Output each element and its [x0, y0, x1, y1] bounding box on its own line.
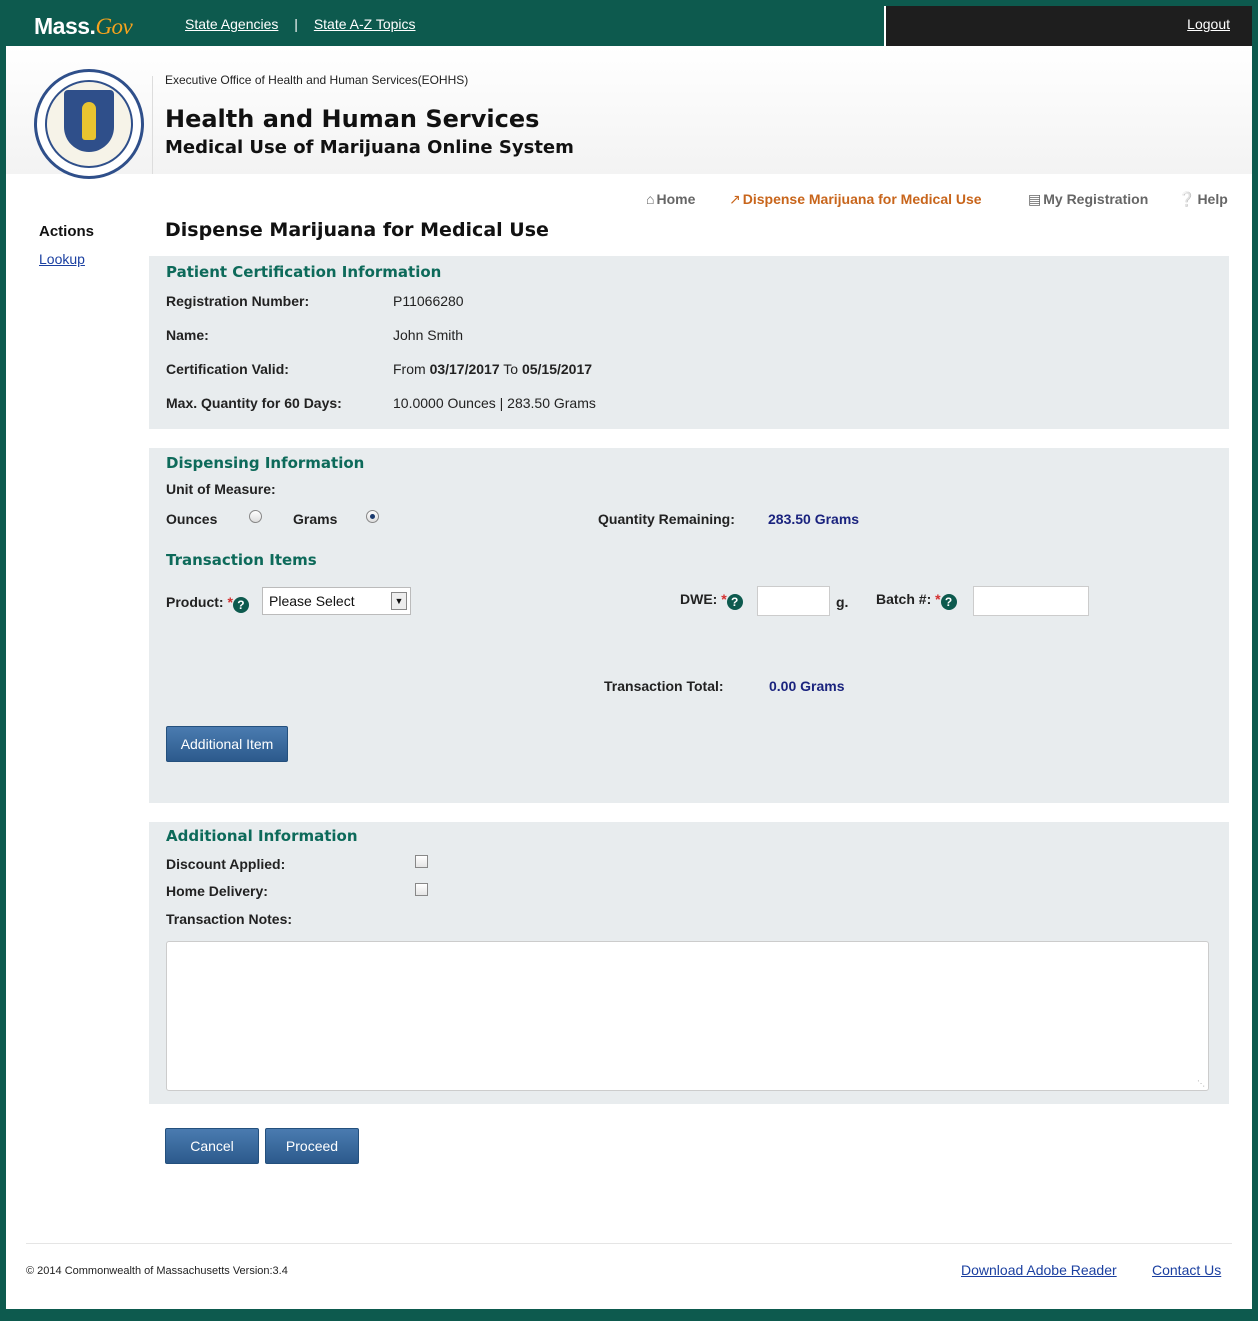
- discount-applied-checkbox[interactable]: [415, 855, 428, 868]
- logout-link[interactable]: Logout: [1187, 16, 1230, 32]
- registration-number-label: Registration Number:: [166, 293, 310, 309]
- chevron-down-icon: ▼: [391, 592, 407, 610]
- max-quantity-label: Max. Quantity for 60 Days:: [166, 395, 342, 411]
- ounces-label: Ounces: [166, 511, 218, 527]
- page-content: Executive Office of Health and Human Ser…: [6, 46, 1252, 1309]
- batch-help-icon[interactable]: ?: [940, 594, 957, 610]
- link-separator: |: [294, 16, 298, 32]
- patient-certification-panel: Patient Certification Information Regist…: [149, 256, 1229, 429]
- dwe-label: DWE: *?: [680, 591, 743, 610]
- registration-number-value: P11066280: [393, 293, 464, 309]
- certification-valid-label: Certification Valid:: [166, 361, 289, 377]
- state-topics-link[interactable]: State A-Z Topics: [314, 16, 416, 32]
- batch-label: Batch #: *?: [876, 591, 957, 610]
- document-icon: ▤: [1028, 191, 1042, 207]
- nav-help[interactable]: ❔ Help: [1178, 191, 1228, 208]
- discount-applied-label: Discount Applied:: [166, 856, 286, 872]
- actions-heading: Actions: [39, 223, 95, 240]
- transaction-total-value: 0.00 Grams: [769, 678, 845, 694]
- dispensing-panel: Dispensing Information Unit of Measure: …: [149, 448, 1229, 803]
- dwe-help-icon[interactable]: ?: [726, 594, 743, 610]
- resize-grip-icon[interactable]: ⋱: [1197, 1079, 1205, 1088]
- patient-section-title: Patient Certification Information: [166, 263, 442, 281]
- cancel-button[interactable]: Cancel: [165, 1128, 259, 1164]
- quantity-remaining-value: 283.50 Grams: [768, 511, 860, 527]
- nav-my-registration[interactable]: ▤ My Registration: [1028, 191, 1148, 208]
- dwe-input[interactable]: [757, 586, 830, 616]
- agency-name: Executive Office of Health and Human Ser…: [165, 73, 469, 87]
- additional-section-title: Additional Information: [166, 827, 358, 845]
- proceed-button[interactable]: Proceed: [265, 1128, 359, 1164]
- dispensing-section-title: Dispensing Information: [166, 454, 365, 472]
- transaction-notes-textarea[interactable]: ⋱: [166, 941, 1209, 1091]
- help-circle-icon: ❔: [1178, 191, 1196, 207]
- home-delivery-label: Home Delivery:: [166, 883, 268, 899]
- transaction-notes-label: Transaction Notes:: [166, 911, 293, 927]
- additional-item-button[interactable]: Additional Item: [166, 726, 288, 762]
- contact-us-link[interactable]: Contact Us: [1152, 1262, 1221, 1278]
- top-bar: Mass.Gov State Agencies | State A-Z Topi…: [0, 0, 1258, 46]
- unit-of-measure-label: Unit of Measure:: [166, 481, 276, 497]
- certification-valid-value: From 03/17/2017 To 05/15/2017: [393, 361, 593, 377]
- dwe-unit-label: g.: [836, 594, 849, 610]
- name-value: John Smith: [393, 327, 464, 343]
- batch-input[interactable]: [973, 586, 1089, 616]
- top-links: State Agencies | State A-Z Topics: [185, 16, 416, 32]
- grams-label: Grams: [293, 511, 338, 527]
- additional-information-panel: Additional Information Discount Applied:…: [149, 822, 1229, 1104]
- footer-divider: [26, 1243, 1232, 1244]
- quantity-remaining-label: Quantity Remaining:: [598, 511, 735, 527]
- site-subtitle: Medical Use of Marijuana Online System: [165, 137, 574, 158]
- grams-radio[interactable]: [366, 510, 379, 523]
- download-adobe-reader-link[interactable]: Download Adobe Reader: [961, 1262, 1117, 1278]
- name-label: Name:: [166, 327, 209, 343]
- external-link-icon: ↗: [729, 191, 741, 207]
- page-title: Dispense Marijuana for Medical Use: [165, 219, 549, 241]
- product-select[interactable]: Please Select ▼: [262, 587, 411, 615]
- lookup-link[interactable]: Lookup: [39, 251, 85, 267]
- site-header: Executive Office of Health and Human Ser…: [6, 46, 1252, 179]
- nav-home[interactable]: ⌂ Home: [646, 191, 695, 207]
- product-help-icon[interactable]: ?: [232, 597, 249, 613]
- transaction-total-label: Transaction Total:: [604, 678, 724, 694]
- header-divider: [152, 76, 153, 174]
- mass-gov-logo[interactable]: Mass.Gov: [34, 13, 133, 40]
- state-agencies-link[interactable]: State Agencies: [185, 16, 278, 32]
- product-label: Product: *?: [166, 594, 249, 613]
- state-seal-icon: [34, 69, 144, 179]
- copyright: © 2014 Commonwealth of Massachusetts Ver…: [26, 1265, 288, 1277]
- transaction-items-title: Transaction Items: [166, 551, 317, 569]
- home-delivery-checkbox[interactable]: [415, 883, 428, 896]
- site-title: Health and Human Services: [165, 105, 540, 133]
- nav-dispense[interactable]: ↗ Dispense Marijuana for Medical Use: [729, 191, 982, 208]
- home-icon: ⌂: [646, 191, 655, 207]
- max-quantity-value: 10.0000 Ounces | 283.50 Grams: [393, 395, 596, 411]
- ounces-radio[interactable]: [249, 510, 262, 523]
